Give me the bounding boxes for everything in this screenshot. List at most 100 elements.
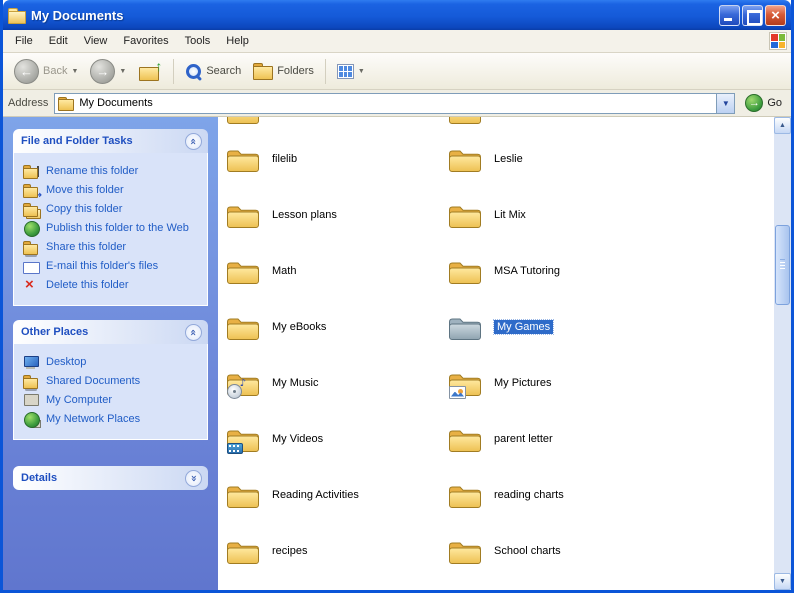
folder-item[interactable]: Reading Activities	[226, 467, 448, 523]
scroll-up-icon[interactable]: ▲	[774, 117, 791, 134]
file-tasks-list: Rename this folder Move this folder Copy t…	[13, 153, 208, 306]
folder-icon	[226, 538, 260, 565]
task-item[interactable]: Delete this folder	[23, 276, 203, 293]
back-dropdown-icon: ▼	[71, 67, 79, 75]
menu-item-view[interactable]: View	[76, 32, 116, 50]
folder-item[interactable]: My eBooks	[226, 299, 448, 355]
task-item[interactable]: E-mail this folder's files	[23, 259, 203, 274]
close-button[interactable]	[765, 4, 786, 26]
collapse-icon[interactable]	[185, 132, 202, 150]
title-bar[interactable]: My Documents	[3, 0, 791, 30]
folders-button[interactable]: Folders	[248, 60, 319, 82]
folder-icon	[448, 258, 482, 285]
folder-icon	[226, 146, 260, 173]
folder-label: My Music	[272, 377, 319, 389]
menu-item-tools[interactable]: Tools	[177, 32, 219, 50]
task-item[interactable]: Move this folder	[23, 183, 203, 201]
folder-icon	[226, 258, 260, 285]
folder-item[interactable]: recipes	[226, 523, 448, 579]
folder-item[interactable]: filelib	[226, 131, 448, 187]
folder-label: Reading Activities	[272, 489, 359, 501]
details-header[interactable]: Details	[13, 466, 208, 490]
folder-item[interactable]: MSA Tutoring	[448, 243, 748, 299]
task-item[interactable]: My Network Places	[23, 412, 203, 428]
folder-item[interactable]: parent letter	[448, 411, 748, 467]
folder-item[interactable]: My Pictures	[448, 355, 748, 411]
menu-items: File Edit View Favorites Tools Help	[7, 32, 257, 50]
back-button[interactable]: ← Back ▼	[9, 56, 83, 87]
task-item[interactable]: Desktop	[23, 355, 203, 370]
views-dropdown-icon: ▼	[357, 67, 365, 75]
desktop-icon	[23, 355, 40, 370]
task-item[interactable]: Rename this folder	[23, 164, 203, 179]
collapse-icon[interactable]	[185, 323, 202, 341]
folder-label: My eBooks	[272, 321, 327, 333]
partial-folder-icon	[448, 117, 482, 125]
folder-item[interactable]: Lesson plans	[226, 187, 448, 243]
folder-label: My Videos	[272, 433, 324, 445]
menu-item-help[interactable]: Help	[218, 32, 257, 50]
folder-item[interactable]: My Games	[448, 299, 748, 355]
email-icon	[23, 259, 40, 274]
my-computer-icon	[23, 393, 40, 408]
up-button[interactable]	[133, 58, 167, 85]
photo-icon	[449, 385, 466, 399]
other-places-panel: Other Places Desktop Shared Documents My C…	[13, 320, 208, 440]
go-button[interactable]: → Go	[741, 94, 786, 112]
share-folder-icon	[23, 240, 40, 257]
toolbar-separator	[173, 58, 175, 84]
other-places-list: Desktop Shared Documents My Computer My Net…	[13, 344, 208, 440]
minimize-button[interactable]	[719, 4, 740, 26]
folder-label: parent letter	[494, 433, 553, 445]
folder-label: Lesson plans	[272, 209, 337, 221]
task-item-label: Move this folder	[46, 184, 124, 196]
scroll-down-icon[interactable]: ▼	[774, 573, 791, 590]
vertical-scrollbar[interactable]: ▲ ▼	[774, 117, 791, 590]
task-item[interactable]: My Computer	[23, 393, 203, 408]
task-item[interactable]: Share this folder	[23, 240, 203, 257]
address-value: My Documents	[79, 97, 153, 109]
task-item-label: My Network Places	[46, 413, 141, 425]
menu-item-edit[interactable]: Edit	[41, 32, 76, 50]
other-places-title: Other Places	[21, 326, 89, 338]
forward-button[interactable]: → ▼	[85, 56, 131, 87]
other-places-header[interactable]: Other Places	[13, 320, 208, 344]
folder-item[interactable]: My Music	[226, 355, 448, 411]
expand-icon[interactable]	[185, 469, 202, 487]
views-button[interactable]: ▼	[332, 61, 370, 82]
task-item[interactable]: Shared Documents	[23, 374, 203, 391]
folder-item[interactable]: Leslie	[448, 131, 748, 187]
pictures-folder-icon	[448, 370, 482, 399]
folder-icon	[448, 538, 482, 565]
folder-item[interactable]: My Videos	[226, 411, 448, 467]
folder-item[interactable]: reading charts	[448, 467, 748, 523]
task-item[interactable]: Publish this folder to the Web	[23, 221, 203, 237]
games-folder-icon	[448, 314, 482, 341]
file-tasks-panel: File and Folder Tasks Rename this folder…	[13, 129, 208, 306]
folder-icon	[448, 146, 482, 173]
folder-item[interactable]: Lit Mix	[448, 187, 748, 243]
network-places-icon	[23, 412, 41, 428]
task-item-label: Delete this folder	[46, 279, 129, 291]
menu-bar: File Edit View Favorites Tools Help	[3, 30, 791, 53]
folder-icon	[226, 314, 260, 341]
folder-label: Math	[272, 265, 297, 277]
folder-label: MSA Tutoring	[494, 265, 561, 277]
menu-item-favorites[interactable]: Favorites	[115, 32, 176, 50]
folder-icon	[58, 96, 75, 111]
scrollbar-thumb[interactable]	[775, 225, 790, 305]
task-item-label: Desktop	[46, 356, 87, 368]
folder-item[interactable]: School charts	[448, 523, 748, 579]
address-combo[interactable]: My Documents ▼	[54, 92, 736, 114]
search-button[interactable]: Search	[180, 60, 246, 83]
views-icon	[336, 63, 354, 79]
maximize-button[interactable]	[742, 4, 763, 26]
task-item-label: Share this folder	[46, 241, 127, 253]
file-tasks-header[interactable]: File and Folder Tasks	[13, 129, 208, 153]
address-dropdown-icon[interactable]: ▼	[716, 93, 735, 113]
folder-item[interactable]: Math	[226, 243, 448, 299]
move-folder-icon	[23, 183, 42, 201]
task-item-label: Shared Documents	[46, 375, 141, 387]
task-item[interactable]: Copy this folder	[23, 202, 203, 219]
menu-item-file[interactable]: File	[7, 32, 41, 50]
